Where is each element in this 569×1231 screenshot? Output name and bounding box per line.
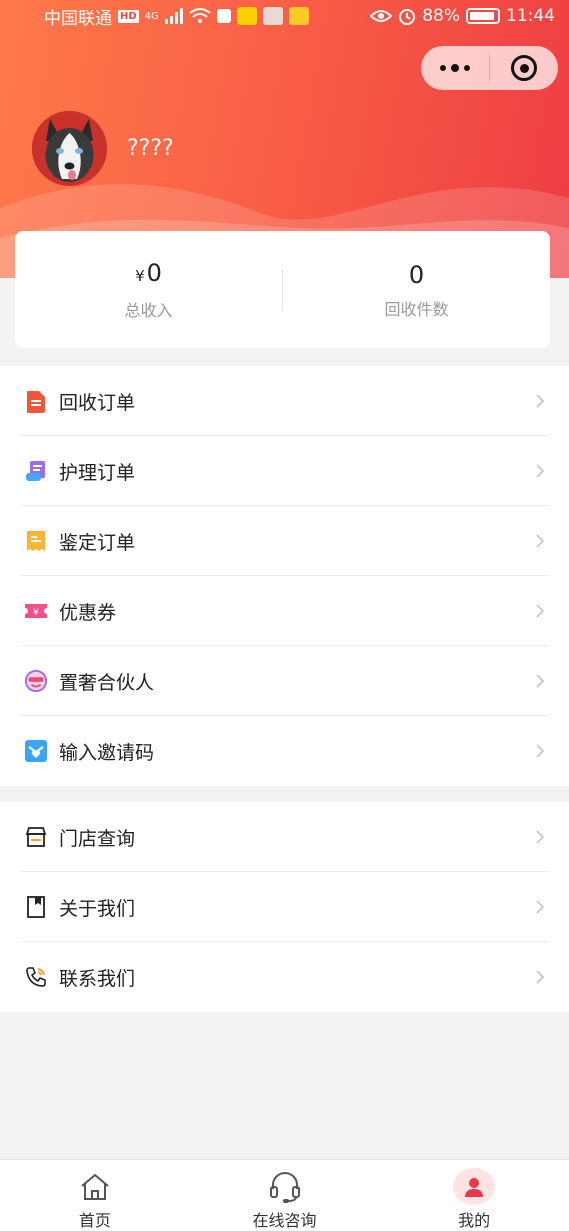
- menu-item-recycle-order[interactable]: 回收订单: [0, 366, 569, 436]
- tab-mine[interactable]: 我的: [379, 1160, 569, 1231]
- chevron-right-icon: [536, 970, 545, 984]
- about-icon: [24, 895, 48, 919]
- app-icon: [262, 7, 283, 25]
- recycle-count-stat[interactable]: 0 回收件数: [283, 260, 550, 320]
- menu-item-appraisal-order[interactable]: 鉴定订单: [0, 506, 569, 576]
- clock: 11:44: [506, 6, 555, 26]
- chevron-right-icon: [536, 604, 545, 618]
- alarm-icon: [399, 9, 416, 25]
- chevron-right-icon: [536, 534, 545, 548]
- coupon-icon: ¥: [24, 599, 48, 623]
- home-icon: [73, 1168, 117, 1205]
- order-menu-group: 回收订单 护理订单 鉴定订单 ¥ 优惠券 置奢合伙人 输入邀请码: [0, 366, 569, 786]
- tab-label-mine: 我的: [458, 1211, 491, 1230]
- currency-symbol: ¥: [135, 267, 145, 285]
- total-income-stat[interactable]: ¥0 总收入: [15, 258, 282, 321]
- recycle-count-value: 0: [408, 260, 425, 289]
- chevron-right-icon: [536, 394, 545, 408]
- hd-badge: HD: [118, 9, 139, 23]
- menu-item-partner[interactable]: 置奢合伙人: [0, 646, 569, 716]
- wifi-icon: [189, 8, 211, 23]
- battery-percent: 88%: [422, 6, 460, 26]
- menu-item-coupon[interactable]: ¥ 优惠券: [0, 576, 569, 646]
- menu-label-coupon: 优惠券: [59, 601, 117, 624]
- avatar[interactable]: [32, 111, 107, 186]
- total-income-label: 总收入: [124, 301, 173, 320]
- menu-item-care-order[interactable]: 护理订单: [0, 436, 569, 506]
- menu-item-store[interactable]: 门店查询: [0, 802, 569, 872]
- tab-label-consult: 在线咨询: [252, 1211, 317, 1230]
- chevron-right-icon: [536, 900, 545, 914]
- battery-icon: [466, 8, 500, 24]
- menu-label-appraisal-order: 鉴定订单: [59, 531, 136, 554]
- user-icon: [453, 1168, 496, 1205]
- menu-item-contact[interactable]: 联系我们: [0, 942, 569, 1012]
- book-app-icon: [216, 9, 231, 23]
- signal-icon: [164, 8, 183, 24]
- phone-icon: [24, 965, 48, 989]
- eye-icon: [370, 10, 393, 22]
- tab-home[interactable]: 首页: [0, 1160, 190, 1231]
- partner-icon: [24, 669, 48, 693]
- menu-item-about[interactable]: 关于我们: [0, 872, 569, 942]
- user-name: ????: [127, 136, 174, 161]
- menu-label-recycle-order: 回收订单: [59, 391, 136, 414]
- husky-avatar-image: [32, 111, 107, 186]
- menu-label-care-order: 护理订单: [59, 461, 136, 484]
- close-miniprogram-button[interactable]: [490, 46, 558, 90]
- more-menu-button[interactable]: [421, 46, 489, 90]
- care-order-icon: [24, 459, 48, 483]
- app-icon-2: [288, 7, 309, 25]
- carrier-name: 中国联通: [44, 8, 112, 29]
- menu-label-partner: 置奢合伙人: [59, 671, 155, 694]
- chevron-right-icon: [536, 744, 545, 758]
- earnings-card: ¥0 总收入 0 回收件数: [15, 231, 550, 348]
- bottom-tab-bar: 首页 在线咨询 我的: [0, 1159, 569, 1231]
- appraisal-order-icon: [24, 529, 48, 553]
- miniprogram-capsule: [421, 46, 558, 90]
- recycle-order-icon: [24, 389, 48, 413]
- chevron-right-icon: [536, 464, 545, 478]
- tab-label-home: 首页: [78, 1211, 111, 1230]
- invite-code-icon: [24, 739, 48, 763]
- tab-consult[interactable]: 在线咨询: [190, 1160, 380, 1231]
- menu-label-contact: 联系我们: [59, 967, 136, 990]
- network-type: 4G: [144, 10, 159, 22]
- menu-item-invite-code[interactable]: 输入邀请码: [0, 716, 569, 786]
- status-bar: 中国联通 HD 4G 88% 11:44: [0, 0, 569, 32]
- menu-label-invite-code: 输入邀请码: [59, 741, 155, 764]
- headset-icon: [263, 1168, 307, 1205]
- svg-text:¥: ¥: [33, 608, 39, 618]
- menu-label-about: 关于我们: [59, 897, 136, 920]
- total-income-value: 0: [146, 259, 162, 287]
- recycle-count-label: 回收件数: [384, 299, 449, 319]
- store-icon: [24, 825, 48, 849]
- meituan-app-icon: [236, 7, 257, 25]
- menu-label-store: 门店查询: [59, 827, 136, 850]
- info-menu-group: 门店查询 关于我们 联系我们: [0, 802, 569, 1012]
- chevron-right-icon: [536, 674, 545, 688]
- chevron-right-icon: [536, 830, 545, 844]
